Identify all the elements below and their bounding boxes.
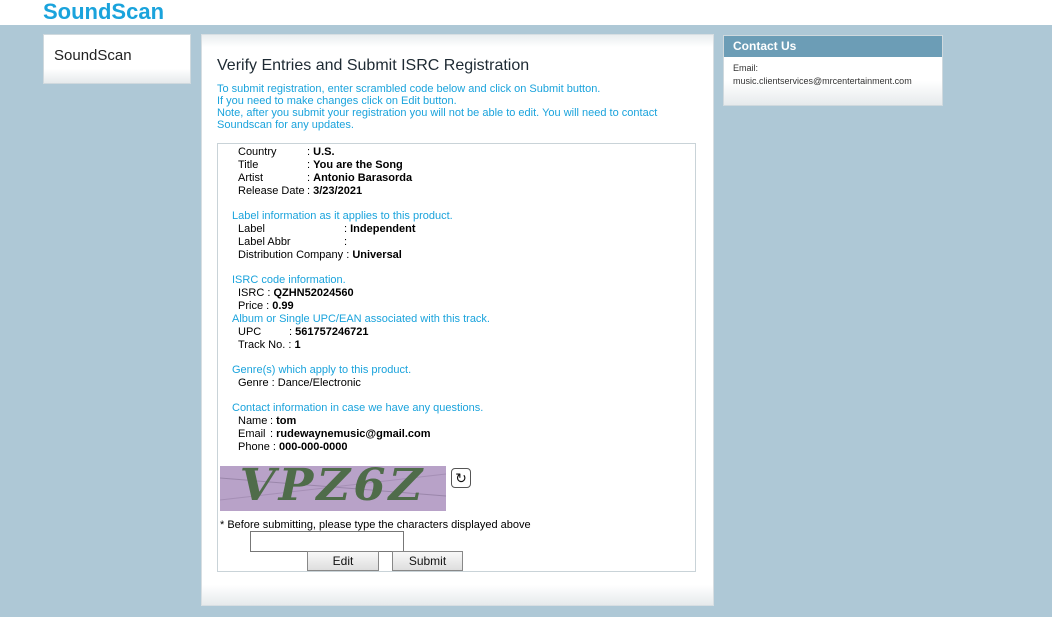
- brand-logo[interactable]: SoundScan: [43, 0, 164, 25]
- country-row: Country: U.S.: [238, 146, 335, 158]
- top-bar: SoundScan: [0, 0, 1052, 25]
- upc-label: UPC: [238, 326, 262, 338]
- artist-row: Artist: Antonio Barasorda: [238, 172, 413, 184]
- intro-line: Soundscan for any updates.: [217, 119, 354, 131]
- track-label: Track No.: [238, 339, 286, 351]
- contact-info-heading: Contact information in case we have any …: [232, 402, 484, 414]
- genre-label: Genre: [238, 377, 269, 389]
- contact-phone-value: 000-000-0000: [278, 441, 348, 453]
- panel-shade-bottom: [202, 585, 713, 605]
- title-label: Title: [238, 159, 259, 171]
- contact-email-row: Email: rudewaynemusic@gmail.com: [238, 428, 431, 440]
- release-date-value: 3/23/2021: [313, 185, 363, 197]
- contact-phone-row: Phone : 000-000-0000: [238, 441, 348, 453]
- contact-email-label: Email: [238, 428, 266, 440]
- captcha-input[interactable]: [250, 531, 404, 552]
- genre-row: Genre : Dance/Electronic: [238, 377, 361, 389]
- title-value: You are the Song: [313, 159, 403, 171]
- sidebar-panel: SoundScan: [43, 34, 191, 84]
- distribution-row: Distribution Company : Universal: [238, 249, 402, 261]
- intro-text: To submit registration, enter scrambled …: [217, 83, 687, 131]
- price-value: 0.99: [272, 300, 294, 312]
- intro-line: To submit registration, enter scrambled …: [217, 83, 601, 95]
- refresh-icon[interactable]: ↻: [451, 468, 471, 488]
- isrc-label: ISRC: [238, 287, 265, 299]
- contact-name-label: Name: [238, 415, 268, 427]
- isrc-row: ISRC : QZHN52024560: [238, 287, 354, 299]
- contact-phone-label: Phone: [238, 441, 270, 453]
- page-title: Verify Entries and Submit ISRC Registrat…: [217, 57, 530, 74]
- entry-summary: Country: U.S. Title: You are the Song Ar…: [217, 143, 696, 572]
- upc-value: 561757246721: [295, 326, 369, 338]
- captcha-image: VPZ6Z: [220, 466, 446, 511]
- intro-line: If you need to make changes click on Edi…: [217, 95, 457, 107]
- country-value: U.S.: [313, 146, 335, 158]
- contact-name-row: Name: tom: [238, 415, 297, 427]
- submit-button[interactable]: Submit: [392, 551, 463, 571]
- captcha-text: VPZ6Z: [239, 466, 426, 511]
- edit-button[interactable]: Edit: [307, 551, 379, 571]
- sidebar-title[interactable]: SoundScan: [54, 47, 132, 64]
- isrc-info-heading: ISRC code information.: [232, 274, 346, 286]
- main-panel: Verify Entries and Submit ISRC Registrat…: [201, 34, 714, 606]
- artist-label: Artist: [238, 172, 264, 184]
- isrc-value: QZHN52024560: [273, 287, 354, 299]
- track-row: Track No. : 1: [238, 339, 301, 351]
- captcha-instruction: * Before submitting, please type the cha…: [220, 519, 531, 531]
- artist-value: Antonio Barasorda: [313, 172, 413, 184]
- release-date-label: Release Date: [238, 185, 305, 197]
- contact-panel: Contact Us Email: music.clientservices@m…: [723, 35, 943, 106]
- price-label: Price: [238, 300, 264, 312]
- distribution-value: Universal: [352, 249, 402, 261]
- price-row: Price : 0.99: [238, 300, 294, 312]
- label-info-heading: Label information as it applies to this …: [232, 210, 453, 222]
- label-abbr-label: Label Abbr: [238, 236, 291, 248]
- contact-name-value: tom: [276, 415, 297, 427]
- genre-value: Dance/Electronic: [277, 377, 361, 389]
- label-abbr-row: Label Abbr:: [238, 236, 348, 248]
- country-label: Country: [238, 146, 277, 158]
- label-label: Label: [238, 223, 265, 235]
- intro-line: Note, after you submit your registration…: [217, 107, 658, 119]
- panel-shade-top: [202, 35, 713, 47]
- release-date-row: Release Date: 3/23/2021: [238, 185, 363, 197]
- track-value: 1: [294, 339, 301, 351]
- contact-panel-title: Contact Us: [724, 36, 942, 57]
- distribution-label: Distribution Company: [238, 249, 344, 261]
- label-value: Independent: [350, 223, 416, 235]
- upc-row: UPC: 561757246721: [238, 326, 369, 338]
- label-row: Label: Independent: [238, 223, 416, 235]
- upc-info-heading: Album or Single UPC/EAN associated with …: [232, 313, 490, 325]
- contact-email-link[interactable]: music.clientservices@mrcentertainment.co…: [724, 75, 942, 88]
- contact-email-value: rudewaynemusic@gmail.com: [276, 428, 431, 440]
- genre-info-heading: Genre(s) which apply to this product.: [232, 364, 412, 376]
- contact-email-label: Email:: [733, 63, 759, 73]
- title-row: Title: You are the Song: [238, 159, 403, 171]
